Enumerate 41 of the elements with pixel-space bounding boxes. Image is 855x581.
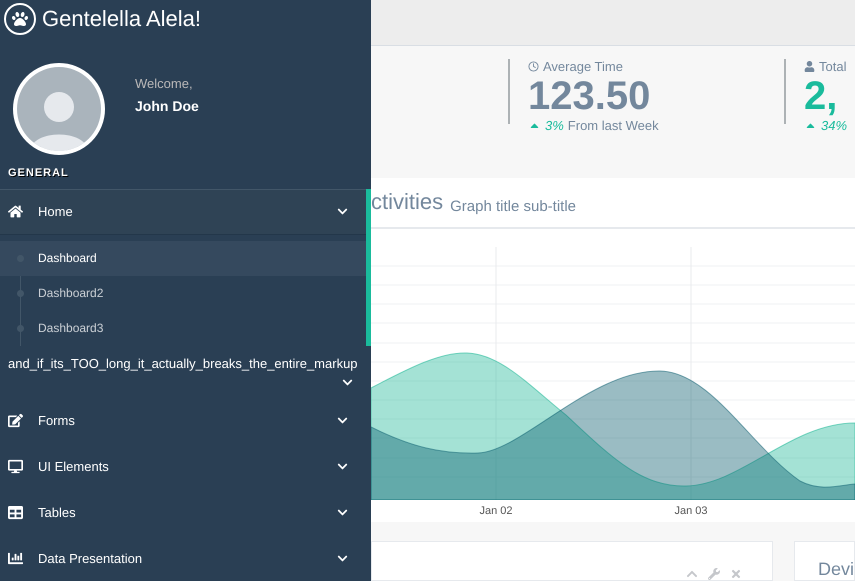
brand-title[interactable]: Gentelella Alela!	[42, 6, 201, 32]
stat-value: 123.50	[528, 74, 652, 118]
user-icon	[804, 61, 815, 72]
chevron-icon	[337, 460, 348, 472]
chevron-icon	[337, 552, 348, 564]
chevron-icon	[342, 376, 353, 388]
clock-icon	[528, 61, 539, 72]
menu-item[interactable]: and_if_its_TOO_long_it_actually_breaks_the_entire_markup	[0, 346, 371, 397]
close-icon[interactable]	[730, 568, 742, 580]
menu-item[interactable]: Home	[0, 188, 366, 235]
stat-footer: 34%	[804, 118, 848, 134]
desktop-icon	[8, 458, 24, 474]
edit-icon	[8, 412, 24, 428]
chevron-icon	[337, 206, 348, 218]
chevron-icon	[337, 414, 348, 426]
menu-item[interactable]: Forms	[0, 397, 366, 443]
submenu-item[interactable]: Dashboard	[0, 240, 366, 276]
paw-icon	[4, 2, 36, 35]
panel-title: Devi	[818, 558, 854, 580]
axis-label: Jan 02	[479, 505, 513, 517]
user-name: John Doe	[135, 98, 199, 114]
axis-label: Jan 03	[674, 505, 708, 517]
menu-item[interactable]: Tables	[0, 489, 366, 535]
submenu-item[interactable]: Dashboard2	[0, 276, 366, 311]
chart-icon	[8, 550, 24, 566]
collapse-icon[interactable]	[686, 568, 698, 580]
home-icon	[8, 204, 24, 220]
stat-value: 2,	[804, 74, 838, 118]
section-heading: GENERAL	[7, 166, 70, 181]
menu-item[interactable]: Data Presentation	[0, 535, 366, 581]
card-title: ctivities	[371, 189, 444, 215]
table-icon	[8, 504, 24, 520]
stat-label: Average Time	[528, 59, 784, 74]
submenu-item[interactable]: Dashboard3	[0, 310, 366, 346]
chevron-icon	[337, 506, 348, 518]
menu-item[interactable]: UI Elements	[0, 443, 366, 489]
stat-label: Total	[804, 59, 848, 74]
wrench-icon[interactable]	[708, 568, 720, 580]
card-subtitle: Graph title sub-title	[450, 198, 576, 215]
stat-footer: 3% From last Week	[528, 118, 784, 134]
welcome-text: Welcome,	[135, 76, 194, 92]
